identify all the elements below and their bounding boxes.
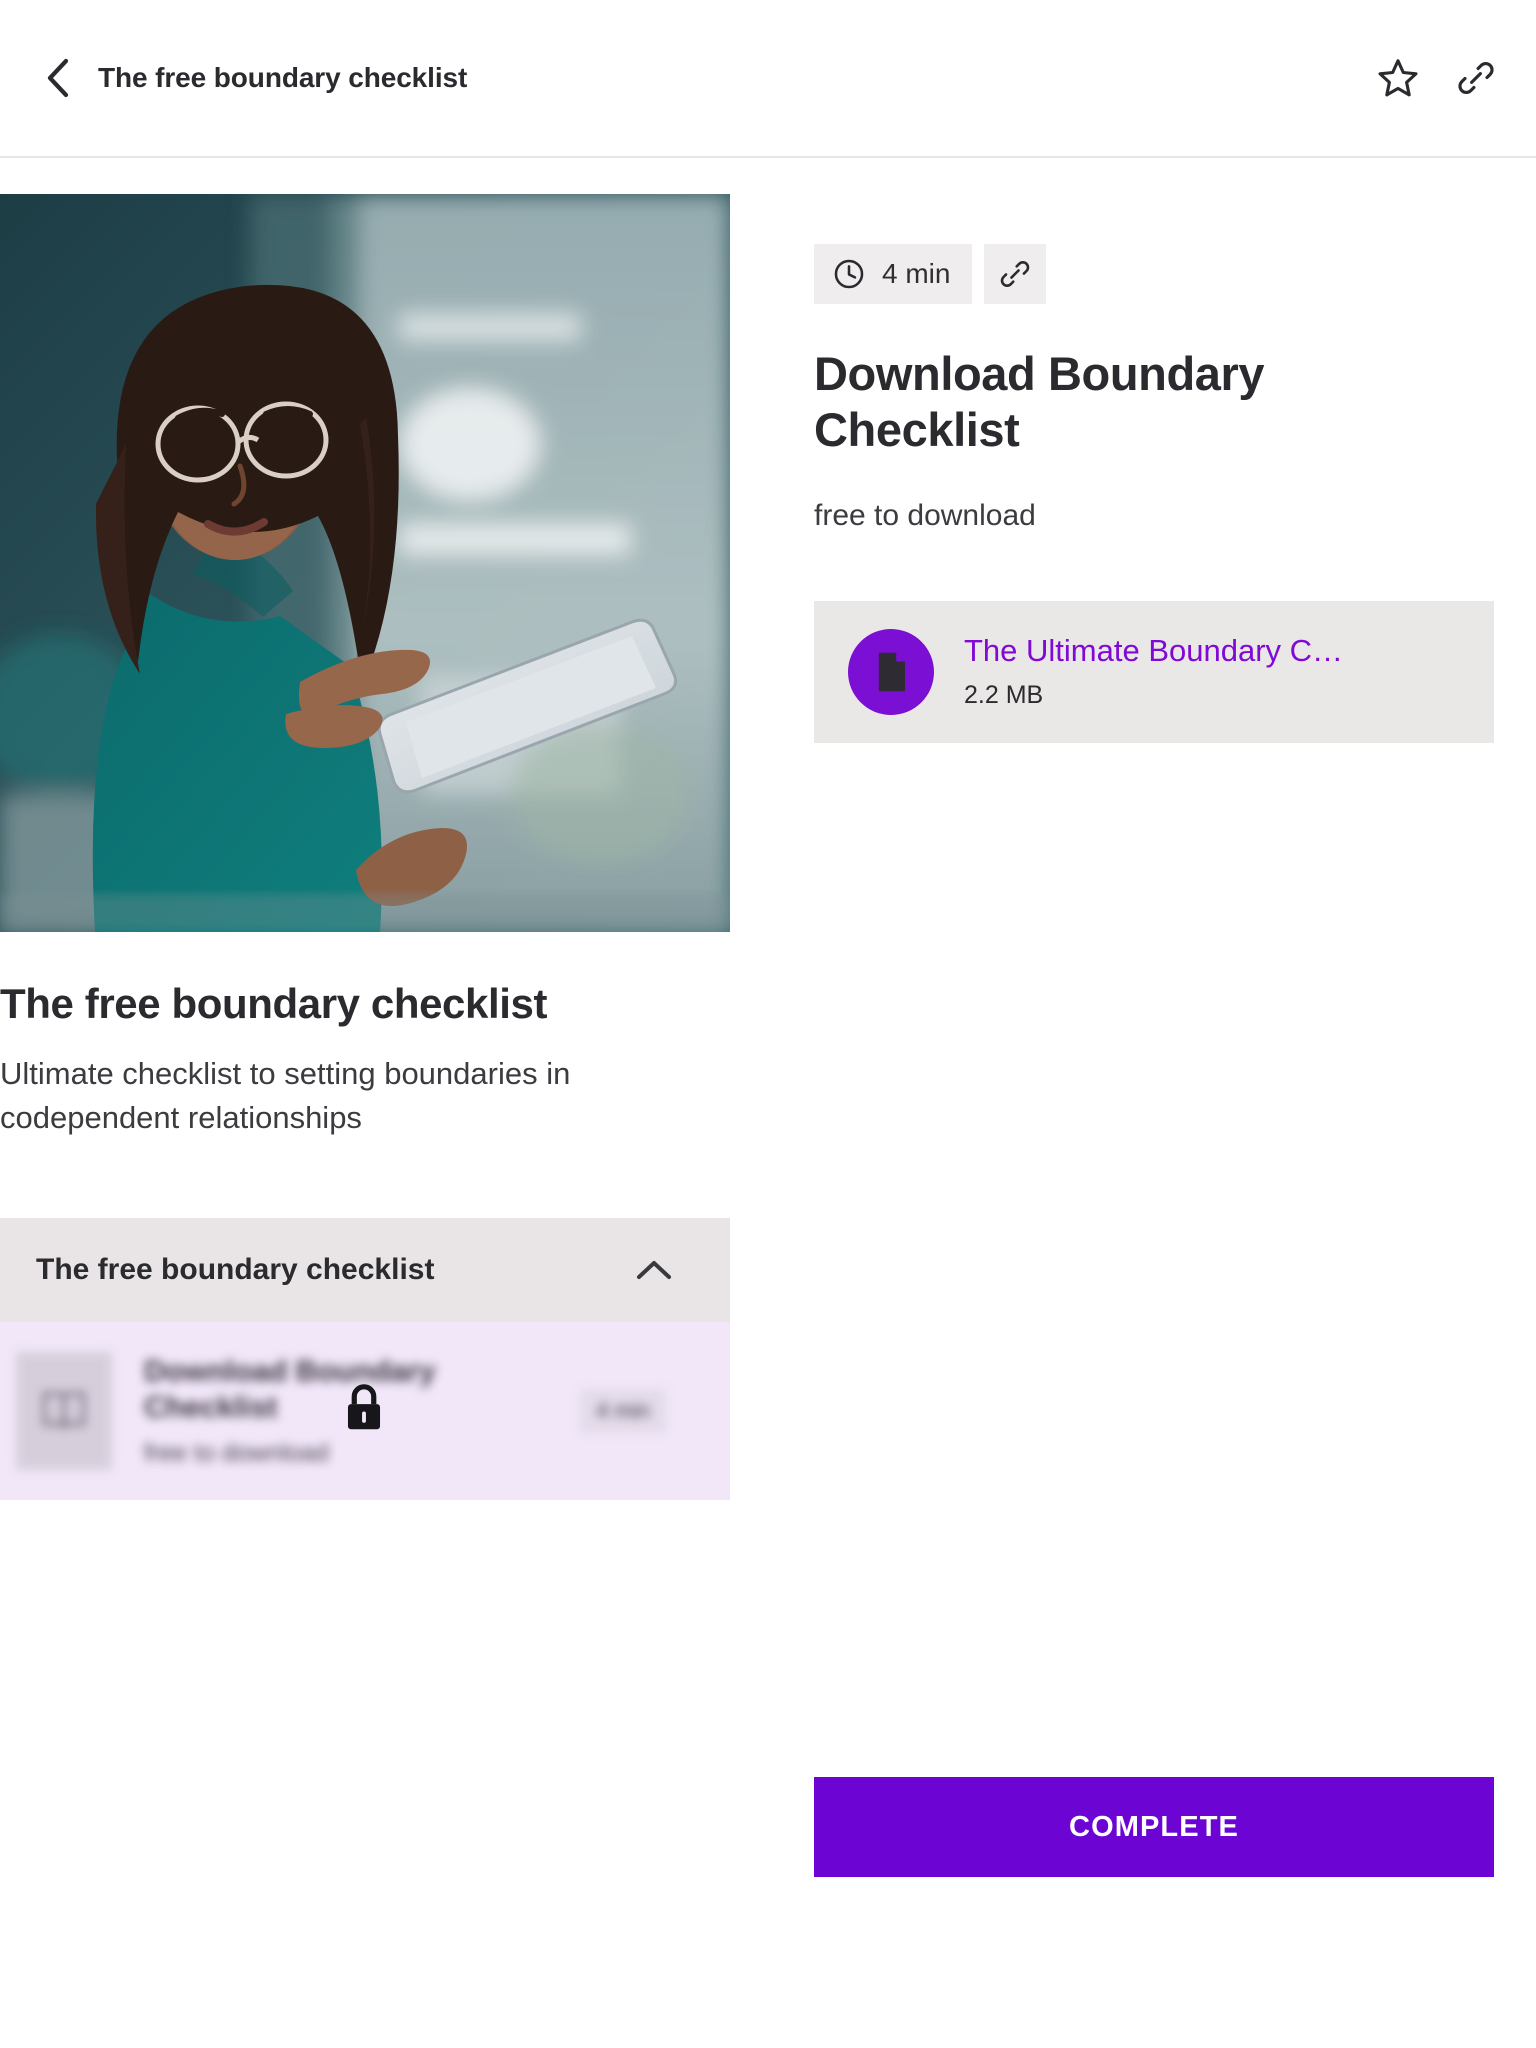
list-item[interactable]: Download Boundary Checklist free to down… — [0, 1322, 730, 1501]
top-app-bar: The free boundary checklist — [0, 0, 1536, 158]
accordion-header[interactable]: The free boundary checklist — [0, 1218, 730, 1323]
star-outline-icon — [1378, 59, 1418, 97]
curriculum-accordion: The free boundary checklist Download Bou… — [0, 1218, 730, 1501]
accordion-title: The free boundary checklist — [36, 1253, 435, 1287]
chevron-up-icon — [637, 1261, 671, 1280]
woman-with-tablet-photo — [0, 194, 730, 932]
content-title: Download Boundary Checklist — [814, 347, 1265, 457]
left-column: The free boundary checklist Ultimate che… — [0, 194, 730, 1501]
top-bar-actions — [1374, 54, 1500, 102]
hero-image — [0, 194, 730, 932]
lesson-lock-badge — [338, 1380, 390, 1443]
right-column: 4 min Download Boundary Checklist free t… — [814, 244, 1494, 743]
attachment-info: The Ultimate Boundary C… 2.2 MB — [964, 633, 1343, 710]
favorite-button[interactable] — [1374, 54, 1422, 102]
back-button[interactable] — [36, 56, 80, 100]
duration-text: 4 min — [882, 258, 951, 289]
duration-chip: 4 min — [814, 244, 973, 304]
accordion-toggle-button[interactable] — [634, 1257, 674, 1283]
content-subtitle: free to download — [814, 498, 1036, 532]
content-area: The free boundary checklist Ultimate che… — [0, 158, 1536, 2048]
chevron-left-icon — [47, 58, 69, 98]
document-icon — [878, 652, 905, 692]
complete-button[interactable]: COMPLETE — [814, 1777, 1494, 1877]
share-link-button[interactable] — [1452, 54, 1500, 102]
lesson-description: Ultimate checklist to setting boundaries… — [0, 1056, 571, 1136]
link-icon — [1458, 62, 1494, 94]
lesson-thumbnail — [16, 1352, 112, 1471]
book-icon — [42, 1392, 86, 1430]
lesson-duration-chip: 4 min — [580, 1389, 666, 1434]
lesson-title: The free boundary checklist — [0, 980, 548, 1027]
lock-icon — [347, 1384, 381, 1430]
attachment-avatar — [848, 628, 934, 715]
link-icon — [1001, 261, 1030, 287]
page-title: The free boundary checklist — [98, 62, 468, 93]
copy-link-button[interactable] — [984, 244, 1047, 304]
attachment-name[interactable]: The Ultimate Boundary C… — [964, 633, 1343, 669]
content-meta-row: 4 min — [814, 244, 1494, 304]
attachment-size: 2.2 MB — [964, 681, 1044, 710]
lesson-name: Download Boundary Checklist — [144, 1355, 436, 1424]
lesson-subtitle: free to download — [144, 1439, 329, 1468]
lesson-detail-page: The free boundary checklist The free bou… — [0, 0, 1536, 2048]
clock-icon — [834, 259, 864, 289]
attachment-card[interactable]: The Ultimate Boundary C… 2.2 MB — [814, 600, 1494, 743]
